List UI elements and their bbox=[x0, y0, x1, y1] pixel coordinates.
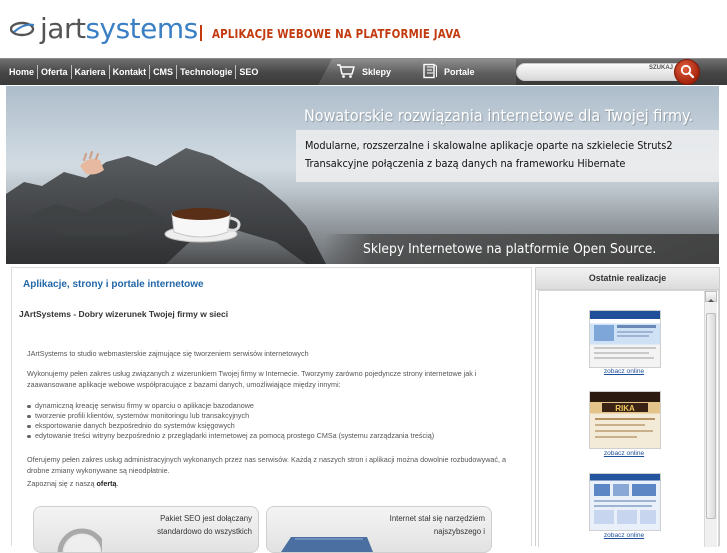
nav-item-seo[interactable]: SEO bbox=[235, 65, 261, 79]
search-button-label: SZUKAJ bbox=[649, 65, 674, 71]
nav-item-home[interactable]: Home bbox=[6, 65, 37, 79]
website-preview-image bbox=[594, 325, 656, 359]
intro-paragraph: JArtSystems to studio webmasterskie zajm… bbox=[27, 349, 309, 358]
internet-promo-line: Internet stał się narzędziem bbox=[389, 514, 485, 523]
main-content: Aplikacje, strony i portale internetowe … bbox=[11, 267, 532, 553]
laptop-icon bbox=[281, 537, 373, 552]
nav-link-shops-label: Sklepy bbox=[362, 67, 392, 77]
internet-promo-line: najszybszego i bbox=[433, 526, 485, 536]
vertical-scrollbar[interactable] bbox=[704, 291, 717, 547]
svg-text:RIKA: RIKA bbox=[615, 404, 635, 413]
nav-link-portals-label: Portale bbox=[444, 67, 475, 77]
seo-promo-line: Pakiet SEO jest dołączany bbox=[160, 514, 252, 523]
main-navbar: Home Oferta Kariera Kontakt CMS Technolo… bbox=[0, 58, 727, 85]
scroll-up-button[interactable] bbox=[705, 291, 717, 302]
site-tagline: APLIKACJE WEBOWE NA PLATFORMIE JAVA bbox=[212, 26, 461, 41]
recent-work-thumbnail[interactable] bbox=[589, 310, 661, 368]
nav-item-kariera[interactable]: Kariera bbox=[70, 65, 109, 79]
offer-prefix: Zapoznaj się z naszą bbox=[27, 479, 97, 488]
hero-feature-band bbox=[296, 130, 719, 182]
nav-link-shops[interactable]: Sklepy bbox=[336, 59, 391, 85]
recent-work-thumbnail[interactable] bbox=[589, 473, 661, 531]
site-header: jartsystems APLIKACJE WEBOWE NA PLATFORM… bbox=[0, 0, 727, 58]
see-online-link[interactable]: zobacz online bbox=[589, 450, 659, 457]
see-online-link[interactable]: zobacz online bbox=[589, 532, 659, 539]
nav-item-technologie[interactable]: Technologie bbox=[176, 65, 235, 79]
nav-item-kontakt[interactable]: Kontakt bbox=[108, 65, 150, 79]
magnifier-icon bbox=[57, 528, 102, 552]
seo-promo-line: standardowo do wszystkich bbox=[157, 526, 252, 536]
services-paragraph: Wykonujemy pełen zakres usług związanych… bbox=[27, 369, 477, 389]
internet-promo-box[interactable]: Internet stał się narzędziem najszybszeg… bbox=[266, 506, 492, 553]
nav-menu: Home Oferta Kariera Kontakt CMS Technolo… bbox=[6, 59, 261, 85]
site-logo[interactable]: jartsystems bbox=[9, 12, 198, 46]
seo-promo-box[interactable]: Pakiet SEO jest dołączany standardowo do… bbox=[33, 506, 259, 553]
portal-document-icon bbox=[422, 63, 438, 81]
sidebar-title: Ostatnie realizacje bbox=[588, 273, 667, 283]
website-preview-image bbox=[594, 484, 656, 524]
scrollbar-thumb[interactable] bbox=[706, 313, 716, 519]
seo-promo-text: Pakiet SEO jest dołączany standardowo do… bbox=[157, 513, 252, 538]
recent-works-scrollpane[interactable]: zobacz online RIKA zobacz online zobacz … bbox=[538, 290, 719, 547]
website-preview-image: RIKA bbox=[595, 403, 655, 438]
hero-banner: Nowatorskie rozwiązania internetowe dla … bbox=[6, 86, 719, 264]
list-item: edytowanie treści witryny bezpośrednio z… bbox=[27, 431, 434, 441]
arrow-up-icon bbox=[708, 299, 714, 302]
see-online-link[interactable]: zobacz online bbox=[589, 368, 659, 375]
nav-link-portals[interactable]: Portale bbox=[422, 59, 475, 85]
list-item: dynamiczną kreację serwisu firmy w oparc… bbox=[27, 401, 434, 411]
shopping-cart-icon bbox=[336, 63, 356, 81]
internet-promo-text: Internet stał się narzędziem najszybszeg… bbox=[390, 513, 485, 538]
offer-link[interactable]: ofertą bbox=[97, 479, 117, 488]
magnifier-icon bbox=[680, 64, 695, 79]
offer-suffix: . bbox=[116, 479, 119, 488]
list-item: eksportowanie danych bezpośrednio do sys… bbox=[27, 421, 434, 431]
search-button[interactable] bbox=[674, 59, 700, 85]
recent-works-sidebar: Ostatnie realizacje zobacz online RIKA z… bbox=[535, 267, 720, 547]
nav-item-oferta[interactable]: Oferta bbox=[37, 65, 71, 79]
nav-item-cms[interactable]: CMS bbox=[149, 65, 176, 79]
page-subtitle: JArtSystems - Dobry wizerunek Twojej fir… bbox=[19, 309, 229, 319]
logo-wordmark: jartsystems bbox=[40, 12, 198, 45]
hero-headline: Nowatorskie rozwiązania internetowe dla … bbox=[304, 106, 694, 125]
logo-swoosh-icon bbox=[9, 19, 36, 39]
capabilities-list: dynamiczną kreację serwisu firmy w oparc… bbox=[27, 401, 434, 441]
hero-line-hibernate: Transakcyjne połączenia z bazą danych na… bbox=[305, 158, 626, 170]
hero-footer-text: Sklepy Internetowe na platformie Open So… bbox=[363, 242, 657, 257]
hero-line-struts: Modularne, rozszerzalne i skalowalne apl… bbox=[305, 140, 673, 152]
header-divider bbox=[200, 25, 202, 41]
recent-work-thumbnail[interactable]: RIKA bbox=[589, 391, 661, 449]
page-title: Aplikacje, strony i portale internetowe bbox=[23, 279, 204, 290]
list-item: tworzenie profili klientów, systemów mon… bbox=[27, 411, 434, 421]
offer-paragraph: Zapoznaj się z naszą ofertą. bbox=[27, 479, 523, 490]
admin-paragraph: Oferujemy pełen zakres usług administrac… bbox=[27, 455, 506, 475]
